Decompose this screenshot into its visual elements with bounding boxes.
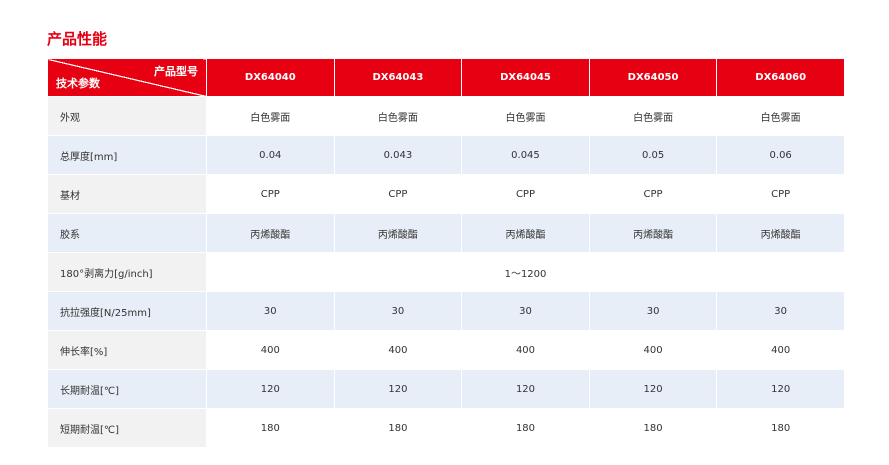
- section-title: 产品性能: [47, 30, 108, 48]
- param-name: 180°剥离力[g/inch]: [47, 252, 207, 292]
- model-header: DX64060: [716, 58, 845, 97]
- table-cell: 丙烯酸酯: [716, 213, 845, 253]
- table-cell: CPP: [716, 174, 845, 214]
- model-header: DX64043: [333, 58, 463, 97]
- table-row: 180°剥离力[g/inch] 1～1200: [47, 252, 845, 292]
- table-cell: 丙烯酸酯: [461, 213, 590, 253]
- table-cell: 0.043: [333, 135, 463, 175]
- table-cell: 120: [333, 369, 463, 409]
- model-header: DX64045: [461, 58, 590, 97]
- param-name: 外观: [47, 96, 207, 136]
- param-name: 短期耐温[℃]: [47, 408, 207, 448]
- table-cell: 白色雾面: [206, 96, 335, 136]
- spec-table: 产品型号 技术参数 DX64040 DX64043 DX64045 DX6405…: [47, 58, 845, 448]
- table-cell: 白色雾面: [716, 96, 845, 136]
- table-cell: 180: [461, 408, 590, 448]
- table-cell: 30: [716, 291, 845, 331]
- param-name: 总厚度[mm]: [47, 135, 207, 175]
- table-cell: 180: [716, 408, 845, 448]
- table-cell: 120: [588, 369, 718, 409]
- table-row: 基材 CPP CPP CPP CPP CPP: [47, 174, 845, 214]
- table-cell: 丙烯酸酯: [588, 213, 718, 253]
- table-cell: 白色雾面: [333, 96, 463, 136]
- table-row: 胶系 丙烯酸酯 丙烯酸酯 丙烯酸酯 丙烯酸酯 丙烯酸酯: [47, 213, 845, 253]
- table-cell: 120: [206, 369, 335, 409]
- merged-cell: 1～1200: [206, 252, 845, 292]
- model-header: DX64050: [588, 58, 718, 97]
- table-cell: 120: [716, 369, 845, 409]
- corner-param-label: 技术参数: [56, 77, 100, 90]
- corner-header-cell: 产品型号 技术参数: [47, 58, 207, 97]
- table-row: 外观 白色雾面 白色雾面 白色雾面 白色雾面 白色雾面: [47, 96, 845, 136]
- table-cell: 400: [461, 330, 590, 370]
- header-row: 产品型号 技术参数 DX64040 DX64043 DX64045 DX6405…: [47, 58, 845, 97]
- table-cell: CPP: [206, 174, 335, 214]
- table-cell: CPP: [588, 174, 718, 214]
- table-row: 长期耐温[℃] 120 120 120 120 120: [47, 369, 845, 409]
- table-cell: CPP: [461, 174, 590, 214]
- param-name: 胶系: [47, 213, 207, 253]
- table-cell: 0.06: [716, 135, 845, 175]
- model-header: DX64040: [206, 58, 335, 97]
- param-name: 基材: [47, 174, 207, 214]
- param-name: 伸长率[%]: [47, 330, 207, 370]
- table-cell: 400: [716, 330, 845, 370]
- table-cell: 30: [333, 291, 463, 331]
- table-cell: 400: [588, 330, 718, 370]
- table-row: 短期耐温[℃] 180 180 180 180 180: [47, 408, 845, 448]
- param-name: 长期耐温[℃]: [47, 369, 207, 409]
- table-cell: CPP: [333, 174, 463, 214]
- table-cell: 30: [206, 291, 335, 331]
- table-cell: 400: [206, 330, 335, 370]
- table-cell: 0.05: [588, 135, 718, 175]
- table-cell: 0.045: [461, 135, 590, 175]
- table-cell: 180: [588, 408, 718, 448]
- table-cell: 400: [333, 330, 463, 370]
- table-cell: 丙烯酸酯: [333, 213, 463, 253]
- table-cell: 白色雾面: [588, 96, 718, 136]
- table-cell: 30: [588, 291, 718, 331]
- param-name: 抗拉强度[N/25mm]: [47, 291, 207, 331]
- table-row: 总厚度[mm] 0.04 0.043 0.045 0.05 0.06: [47, 135, 845, 175]
- table-cell: 180: [206, 408, 335, 448]
- corner-model-label: 产品型号: [154, 65, 198, 78]
- table-cell: 180: [333, 408, 463, 448]
- table-cell: 0.04: [206, 135, 335, 175]
- table-row: 伸长率[%] 400 400 400 400 400: [47, 330, 845, 370]
- table-cell: 30: [461, 291, 590, 331]
- table-cell: 白色雾面: [461, 96, 590, 136]
- table-row: 抗拉强度[N/25mm] 30 30 30 30 30: [47, 291, 845, 331]
- table-cell: 120: [461, 369, 590, 409]
- table-cell: 丙烯酸酯: [206, 213, 335, 253]
